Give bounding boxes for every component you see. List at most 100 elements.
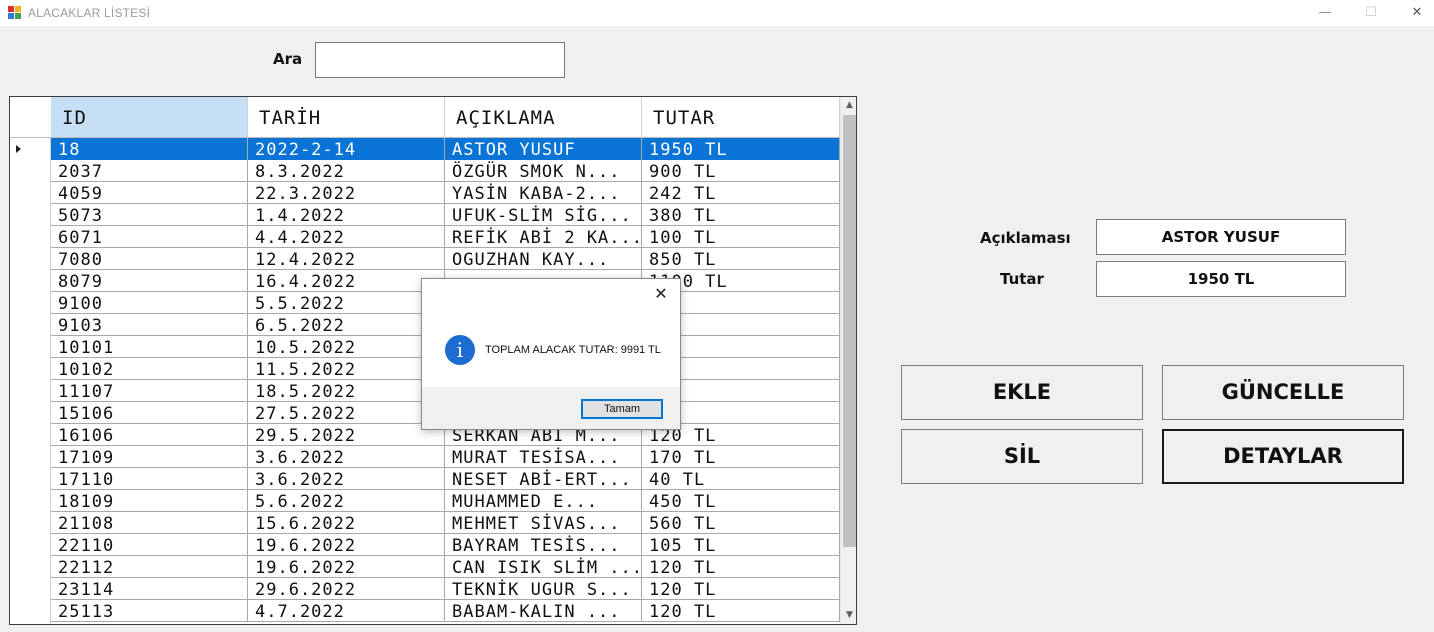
row-header[interactable] [10, 248, 51, 270]
maximize-button[interactable]: ☐ [1348, 0, 1394, 26]
cell-aciklama[interactable]: MEHMET SİVAS... [445, 512, 642, 534]
tutar-field[interactable]: 1950 TL [1096, 261, 1346, 297]
cell-id[interactable]: 17110 [51, 468, 248, 490]
cell-tutar[interactable]: 380 TL [642, 204, 840, 226]
cell-tarih[interactable]: 16.4.2022 [248, 270, 445, 292]
cell-id[interactable]: 7080 [51, 248, 248, 270]
cell-tarih[interactable]: 15.6.2022 [248, 512, 445, 534]
row-header[interactable] [10, 578, 51, 600]
cell-tutar[interactable]: 850 TL [642, 248, 840, 270]
cell-tutar[interactable]: 170 TL [642, 446, 840, 468]
dialog-close-icon[interactable]: ✕ [652, 285, 670, 303]
cell-id[interactable]: 4059 [51, 182, 248, 204]
cell-id[interactable]: 9103 [51, 314, 248, 336]
ok-button[interactable]: Tamam [581, 399, 663, 419]
row-header[interactable] [10, 534, 51, 556]
cell-aciklama[interactable]: BAYRAM TESİS... [445, 534, 642, 556]
cell-tarih[interactable]: 3.6.2022 [248, 446, 445, 468]
cell-aciklama[interactable]: REFİK ABİ 2 KA... [445, 226, 642, 248]
table-row[interactable]: 22110 19.6.2022 BAYRAM TESİS... 105 TL [10, 534, 840, 556]
cell-id[interactable]: 10101 [51, 336, 248, 358]
cell-tutar[interactable]: 120 TL [642, 556, 840, 578]
cell-id[interactable]: 21108 [51, 512, 248, 534]
row-header[interactable] [10, 556, 51, 578]
scroll-thumb[interactable] [843, 115, 856, 547]
cell-aciklama[interactable]: CAN ISIK SLİM ... [445, 556, 642, 578]
row-header[interactable] [10, 358, 51, 380]
table-row[interactable]: 17109 3.6.2022 MURAT TESİSA... 170 TL [10, 446, 840, 468]
cell-tarih[interactable]: 1.4.2022 [248, 204, 445, 226]
cell-tutar[interactable]: 1950 TL [642, 138, 840, 160]
row-header[interactable] [10, 468, 51, 490]
column-header-tarih[interactable]: TARİH [248, 97, 445, 137]
cell-tutar[interactable]: 40 TL [642, 468, 840, 490]
cell-tarih[interactable]: 18.5.2022 [248, 380, 445, 402]
row-header[interactable] [10, 600, 51, 622]
aciklama-field[interactable]: ASTOR YUSUF [1096, 219, 1346, 255]
row-header[interactable] [10, 314, 51, 336]
cell-tarih[interactable]: 4.4.2022 [248, 226, 445, 248]
sil-button[interactable]: SİL [901, 429, 1143, 484]
cell-tutar[interactable]: 100 TL [642, 226, 840, 248]
row-header[interactable] [10, 292, 51, 314]
cell-id[interactable]: 22112 [51, 556, 248, 578]
cell-tutar[interactable]: 450 TL [642, 490, 840, 512]
cell-tarih[interactable]: 29.5.2022 [248, 424, 445, 446]
cell-tarih[interactable]: 19.6.2022 [248, 534, 445, 556]
close-window-button[interactable]: ✕ [1394, 0, 1434, 26]
cell-tarih[interactable]: 12.4.2022 [248, 248, 445, 270]
cell-id[interactable]: 10102 [51, 358, 248, 380]
table-row[interactable]: 21108 15.6.2022 MEHMET SİVAS... 560 TL [10, 512, 840, 534]
cell-aciklama[interactable]: BABAM-KALIN ... [445, 600, 642, 622]
cell-id[interactable]: 16106 [51, 424, 248, 446]
detaylar-button[interactable]: DETAYLAR [1162, 429, 1404, 484]
cell-id[interactable]: 9100 [51, 292, 248, 314]
cell-tarih[interactable]: 10.5.2022 [248, 336, 445, 358]
scroll-up-icon[interactable]: ▲ [841, 97, 856, 114]
cell-aciklama[interactable]: OGUZHAN KAY... [445, 248, 642, 270]
table-row[interactable]: 18109 5.6.2022 MUHAMMED E... 450 TL [10, 490, 840, 512]
row-header[interactable] [10, 270, 51, 292]
table-row[interactable]: 17110 3.6.2022 NESET ABİ-ERT... 40 TL [10, 468, 840, 490]
table-row[interactable]: 22112 19.6.2022 CAN ISIK SLİM ... 120 TL [10, 556, 840, 578]
cell-id[interactable]: 8079 [51, 270, 248, 292]
cell-id[interactable]: 23114 [51, 578, 248, 600]
cell-id[interactable]: 2037 [51, 160, 248, 182]
row-header[interactable] [10, 380, 51, 402]
table-row[interactable]: 2037 8.3.2022 ÖZGÜR SMOK N... 900 TL [10, 160, 840, 182]
cell-tarih[interactable]: 6.5.2022 [248, 314, 445, 336]
cell-tutar[interactable]: 242 TL [642, 182, 840, 204]
table-row[interactable]: 6071 4.4.2022 REFİK ABİ 2 KA... 100 TL [10, 226, 840, 248]
cell-id[interactable]: 11107 [51, 380, 248, 402]
table-row[interactable]: 4059 22.3.2022 YASİN KABA-2... 242 TL [10, 182, 840, 204]
cell-aciklama[interactable]: TEKNİK UGUR S... [445, 578, 642, 600]
row-header[interactable] [10, 204, 51, 226]
row-header[interactable] [10, 160, 51, 182]
minimize-button[interactable]: — [1302, 0, 1348, 26]
table-row[interactable]: 25113 4.7.2022 BABAM-KALIN ... 120 TL [10, 600, 840, 622]
row-header[interactable] [10, 446, 51, 468]
cell-tarih[interactable]: 29.6.2022 [248, 578, 445, 600]
cell-tarih[interactable]: 8.3.2022 [248, 160, 445, 182]
row-header[interactable] [10, 402, 51, 424]
cell-id[interactable]: 22110 [51, 534, 248, 556]
cell-id[interactable]: 18109 [51, 490, 248, 512]
column-header-id[interactable]: ID [51, 97, 248, 137]
row-header[interactable] [10, 490, 51, 512]
cell-tarih[interactable]: 19.6.2022 [248, 556, 445, 578]
cell-tutar[interactable]: 900 TL [642, 160, 840, 182]
cell-tutar[interactable]: 120 TL [642, 600, 840, 622]
cell-tutar[interactable]: 120 TL [642, 578, 840, 600]
cell-id[interactable]: 5073 [51, 204, 248, 226]
cell-aciklama[interactable]: NESET ABİ-ERT... [445, 468, 642, 490]
cell-tarih[interactable]: 27.5.2022 [248, 402, 445, 424]
ekle-button[interactable]: EKLE [901, 365, 1143, 420]
cell-aciklama[interactable]: MURAT TESİSA... [445, 446, 642, 468]
search-input[interactable] [315, 42, 565, 78]
row-header[interactable] [10, 226, 51, 248]
cell-tarih[interactable]: 3.6.2022 [248, 468, 445, 490]
table-row[interactable]: 23114 29.6.2022 TEKNİK UGUR S... 120 TL [10, 578, 840, 600]
cell-tarih[interactable]: 5.6.2022 [248, 490, 445, 512]
table-row[interactable]: 5073 1.4.2022 UFUK-SLİM SİG... 380 TL [10, 204, 840, 226]
row-header[interactable] [10, 424, 51, 446]
